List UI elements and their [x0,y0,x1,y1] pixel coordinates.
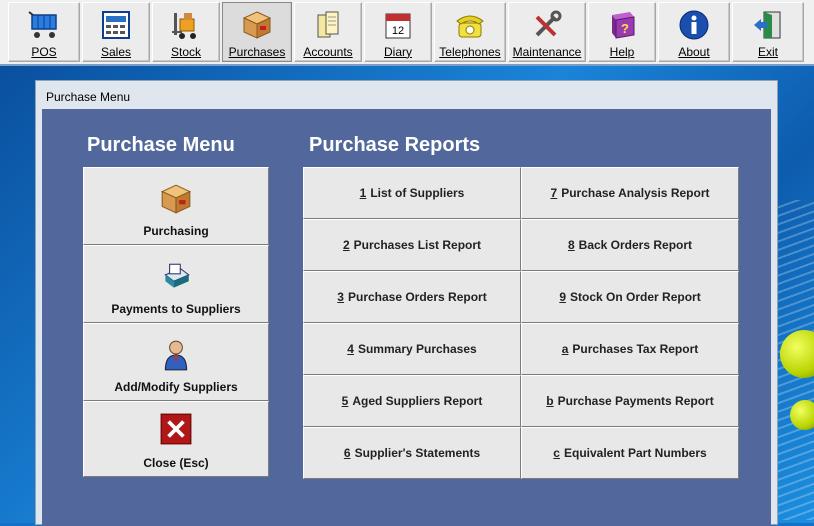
purchase-reports-heading: Purchase Reports [309,134,481,156]
report-hotkey: 6 [343,446,351,460]
report-hotkey: 3 [337,290,344,304]
report-button[interactable]: b Purchase Payments Report [521,375,739,427]
report-hotkey: 7 [550,186,558,200]
report-label: Back Orders Report [578,238,693,252]
toolbar-label: About [678,45,710,59]
shopping-cart-icon [28,11,57,38]
payments-to-suppliers-button[interactable]: Payments to Suppliers [83,245,269,323]
report-label: Stock On Order Report [570,290,701,304]
help-book-icon: ? [612,12,635,39]
report-hotkey: a [561,342,569,356]
toolbar-button-about[interactable]: About [658,2,730,62]
toolbar-button-stock[interactable]: Stock [152,2,220,62]
add-modify-suppliers-label: Add/Modify Suppliers [114,380,238,394]
supplier-person-icon [164,340,188,371]
toolbar-button-purchases[interactable]: Purchases [222,2,292,62]
report-button[interactable]: c Equivalent Part Numbers [521,427,739,479]
report-label: Purchases List Report [353,238,482,252]
close-button[interactable]: Close (Esc) [83,401,269,477]
toolbar-button-pos[interactable]: POS [8,2,80,62]
toolbar-button-exit[interactable]: Exit [732,2,804,62]
purchase-menu-heading: Purchase Menu [87,134,235,156]
report-label: Purchase Payments Report [557,394,714,408]
window-title: Purchase Menu [46,90,131,104]
toolbar-label: Sales [100,45,132,59]
report-button[interactable]: 4 Summary Purchases [303,323,521,375]
toolbar-label: Telephones [439,45,501,59]
toolbar-label: POS [31,45,57,59]
report-button[interactable]: 5 Aged Suppliers Report [303,375,521,427]
report-hotkey: 8 [567,238,575,252]
toolbar-button-sales[interactable]: Sales [82,2,150,62]
purchasing-label: Purchasing [143,224,209,238]
desktop-ball-graphic [790,400,814,430]
printer-payment-icon [164,263,190,288]
report-label: Summary Purchases [357,342,477,356]
report-button[interactable]: 7 Purchase Analysis Report [521,167,739,219]
purchasing-button[interactable]: Purchasing [83,167,269,245]
report-button[interactable]: 6 Supplier's Statements [303,427,521,479]
forklift-icon [172,13,196,39]
toolbar-label: Help [609,45,635,59]
close-label: Close (Esc) [143,456,209,470]
report-hotkey: 2 [342,238,350,252]
report-label: Aged Suppliers Report [352,394,483,408]
toolbar-button-help[interactable]: ? Help [588,2,656,62]
report-button[interactable]: 3 Purchase Orders Report [303,271,521,323]
toolbar-label: Maintenance [512,45,582,59]
purchase-menu-window: Purchase Menu Purchase Menu Purchase Rep… [35,80,778,526]
toolbar-label: Diary [383,45,412,59]
report-button[interactable]: 1 List of Suppliers [303,167,521,219]
report-hotkey: 4 [347,342,354,356]
close-x-icon [160,413,192,445]
menu-panel: Purchase Menu Purchase Reports Purchasin… [42,109,771,526]
report-hotkey: 9 [559,290,566,304]
report-hotkey: c [553,446,560,460]
report-label: List of Suppliers [370,186,465,200]
report-label: Purchase Orders Report [347,290,487,304]
toolbar-button-maintenance[interactable]: Maintenance [508,2,586,62]
report-label: Equivalent Part Numbers [563,446,707,460]
report-hotkey: 5 [341,394,349,408]
toolbar-label: Stock [170,45,201,59]
main-toolbar: POS Sales Stock Purchases Accounts 12 Di… [0,0,814,66]
tools-icon [535,10,562,37]
toolbar-label: Exit [757,45,778,59]
report-button[interactable]: a Purchases Tax Report [521,323,739,375]
report-label: Supplier's Statements [354,446,481,460]
report-button[interactable]: 9 Stock On Order Report [521,271,739,323]
toolbar-button-accounts[interactable]: Accounts [294,2,362,62]
report-label: Purchases Tax Report [572,342,699,356]
toolbar-label: Accounts [303,45,353,59]
package-box-icon [242,11,272,39]
calendar-icon: 12 [385,13,411,39]
report-button[interactable]: 8 Back Orders Report [521,219,739,271]
ledger-books-icon [317,11,339,38]
report-hotkey: 1 [359,186,367,200]
package-box-icon [160,184,192,214]
report-hotkey: b [546,394,554,408]
telephone-icon [456,15,484,38]
report-button[interactable]: 2 Purchases List Report [303,219,521,271]
info-icon [679,10,709,40]
toolbar-button-diary[interactable]: 12 Diary [364,2,432,62]
sales-register-icon [102,11,130,39]
svg-text:12: 12 [392,25,404,37]
svg-text:?: ? [621,21,629,36]
add-modify-suppliers-button[interactable]: Add/Modify Suppliers [83,323,269,401]
toolbar-label: Purchases [228,45,286,59]
toolbar-button-telephones[interactable]: Telephones [434,2,506,62]
report-label: Purchase Analysis Report [561,186,710,200]
exit-door-icon [754,11,781,39]
payments-to-suppliers-label: Payments to Suppliers [111,302,241,316]
